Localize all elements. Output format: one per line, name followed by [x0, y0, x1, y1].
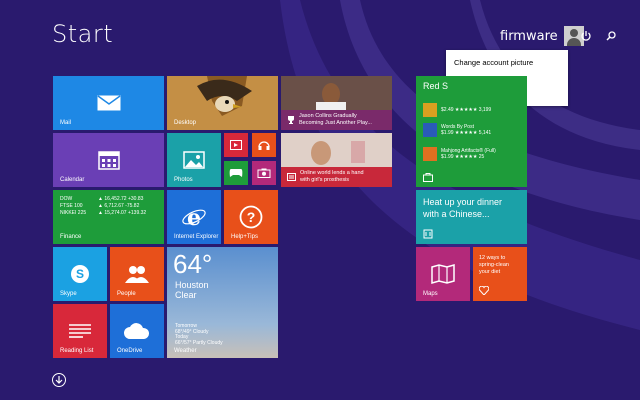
tile-help-tips[interactable]: ? Help+Tips — [224, 190, 278, 244]
search-icon[interactable] — [603, 28, 619, 44]
gamepad-icon — [229, 169, 243, 177]
app-thumbnail — [423, 103, 437, 117]
food-headline: Heat up your dinner with a Chinese... — [423, 197, 503, 219]
weather-location: Houston Clear — [175, 280, 209, 300]
mail-icon — [97, 95, 120, 111]
reading-list-icon — [69, 324, 91, 338]
tile-photos[interactable]: Photos — [167, 133, 221, 187]
weather-temperature: 64° — [173, 249, 213, 279]
tile-label: Photos — [174, 177, 193, 183]
people-icon — [125, 266, 149, 283]
tile-people[interactable]: People — [110, 247, 164, 301]
tile-maps[interactable]: Maps — [416, 247, 470, 301]
food-icon — [423, 229, 433, 239]
weather-tomorrow: Tomorrow 68°/49° Cloudy — [175, 323, 209, 335]
finance-row: NIKKEI 225 ▲ 15,274.07 +139.32 — [60, 210, 147, 216]
video-icon — [230, 140, 242, 150]
health-headline: 12 ways to spring-clean your diet — [479, 255, 509, 275]
tile-label: Skype — [60, 291, 77, 297]
weather-today: Today 66°/57° Partly Cloudy — [175, 334, 223, 346]
app-thumbnail — [423, 147, 437, 161]
tile-mail[interactable]: Mail — [53, 76, 164, 130]
tile-label: Desktop — [174, 120, 197, 126]
tile-label: Reading List — [60, 348, 94, 354]
svg-text:e: e — [187, 205, 201, 229]
calendar-icon — [97, 151, 120, 170]
tile-health[interactable]: 12 ways to spring-clean your diet — [473, 247, 527, 301]
app-thumbnail — [423, 123, 437, 137]
news-caption: Jason Collins Gradually Becoming Just Ano… — [281, 110, 392, 130]
store-app: $2.49 ★★★★★ 3,199 — [423, 103, 491, 117]
tile-store[interactable]: Red S $2.49 ★★★★★ 3,199 Words By Post $1.… — [416, 76, 527, 187]
tile-label: People — [117, 291, 136, 297]
tile-label: Weather — [174, 348, 197, 354]
tile-news-1[interactable]: Jason Collins Gradually Becoming Just Ano… — [281, 76, 392, 130]
tile-finance[interactable]: DOW ▲ 16,452.72 +30.83 FTSE 100 ▲ 6,712.67… — [53, 190, 164, 244]
cloud-icon — [124, 323, 150, 339]
tile-weather[interactable]: 64° Houston Clear Today 66°/57° Partly C… — [167, 247, 278, 358]
tile-news-2[interactable]: Online world lends a hand with girl's pro… — [281, 133, 392, 187]
tile-label: Help+Tips — [231, 234, 258, 240]
finance-row: FTSE 100 ▲ 6,712.67 -75.82 — [60, 203, 140, 209]
all-apps-arrow-icon[interactable] — [52, 373, 66, 387]
tile-food[interactable]: Heat up your dinner with a Chinese... — [416, 190, 527, 244]
svg-text:?: ? — [247, 209, 256, 225]
news-photo — [281, 133, 392, 167]
camera-icon — [257, 168, 271, 178]
headphones-icon — [258, 141, 270, 150]
menu-item-change-picture[interactable]: Change account picture — [446, 54, 568, 72]
news-caption: Online world lends a hand with girl's pro… — [281, 167, 392, 187]
tile-label: Finance — [60, 234, 82, 240]
tile-camera[interactable] — [252, 161, 276, 185]
trophy-icon — [288, 116, 294, 124]
help-icon: ? — [239, 205, 263, 229]
tile-onedrive[interactable]: OneDrive — [110, 304, 164, 358]
tile-label: Mail — [60, 120, 72, 126]
tile-skype[interactable]: S Skype — [53, 247, 107, 301]
user-account-button[interactable]: firmware — [500, 26, 584, 46]
svg-text:S: S — [76, 267, 84, 281]
news-icon — [287, 173, 296, 181]
user-name: firmware — [500, 28, 558, 44]
finance-row: DOW ▲ 16,452.72 +30.83 — [60, 196, 144, 202]
power-icon[interactable] — [578, 28, 594, 44]
store-app: Words By Post $1.99 ★★★★★ 5,141 — [423, 123, 491, 137]
tile-label: OneDrive — [117, 348, 143, 354]
tile-reading-list[interactable]: Reading List — [53, 304, 107, 358]
tile-desktop[interactable]: Desktop — [167, 76, 278, 130]
tile-games[interactable] — [224, 161, 248, 185]
news-photo — [281, 76, 392, 110]
internet-explorer-icon: e — [182, 205, 206, 229]
tile-music[interactable] — [252, 133, 276, 157]
tile-internet-explorer[interactable]: e Internet Explorer — [167, 190, 221, 244]
skype-icon: S — [71, 265, 89, 283]
tile-label: Calendar — [60, 177, 85, 183]
store-app: Mahjong Artifacts® (Full) $1.99 ★★★★★ 25 — [423, 147, 496, 161]
tile-video[interactable] — [224, 133, 248, 157]
page-title: Start — [52, 20, 114, 48]
finance-quotes: DOW ▲ 16,452.72 +30.83 FTSE 100 ▲ 6,712.67… — [60, 196, 146, 217]
store-bag-icon — [423, 173, 433, 182]
store-heading: Red S — [423, 81, 449, 91]
tile-label: Maps — [423, 291, 438, 297]
tile-calendar[interactable]: Calendar — [53, 133, 164, 187]
tile-label: Internet Explorer — [174, 234, 219, 240]
map-icon — [431, 264, 455, 284]
photos-icon — [183, 151, 205, 169]
heart-icon — [479, 286, 489, 295]
